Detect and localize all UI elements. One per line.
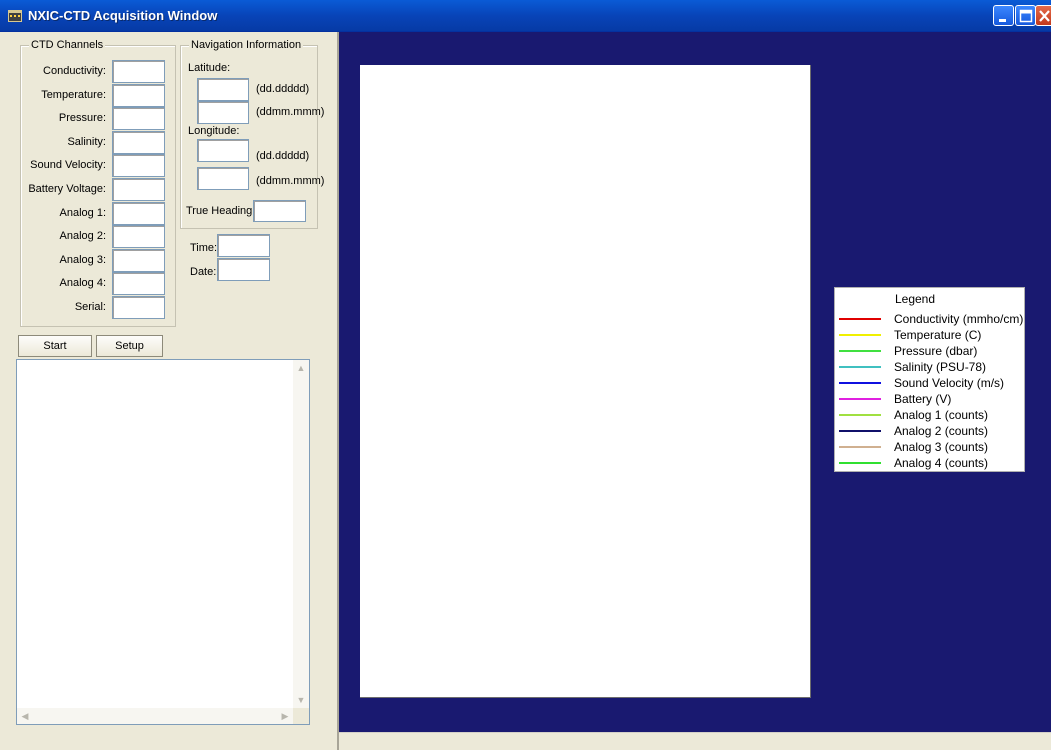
legend-item: Pressure (dbar)	[835, 343, 1026, 359]
ctd-field-label: Temperature:	[41, 88, 106, 101]
legend-item-label: Temperature (C)	[894, 328, 982, 342]
ctd-field-label: Battery Voltage:	[28, 183, 106, 195]
ctd-channels-title: CTD Channels	[29, 39, 106, 51]
maximize-button[interactable]	[1015, 5, 1036, 26]
legend-line-swatch	[839, 446, 881, 448]
legend-item: Salinity (PSU-78)	[835, 359, 1026, 375]
legend-line-swatch	[839, 366, 881, 368]
latitude-dm-unit: (ddmm.mmm)	[256, 106, 325, 118]
window-title: NXIC-CTD Acquisition Window	[28, 8, 218, 23]
legend-item-label: Salinity (PSU-78)	[894, 360, 987, 374]
close-button[interactable]	[1035, 5, 1051, 26]
legend-item-label: Battery (V)	[894, 392, 952, 406]
latitude-decimal-field[interactable]	[197, 78, 249, 101]
time-label: Time:	[190, 242, 218, 254]
ctd-field-label: Analog 1:	[59, 206, 106, 219]
ctd-field-label: Analog 2:	[59, 230, 106, 243]
scroll-left-arrow-icon[interactable]: ◀	[17, 708, 33, 724]
legend-line-swatch	[839, 318, 881, 320]
longitude-decimal-field[interactable]	[197, 139, 249, 162]
legend-line-swatch	[839, 398, 881, 400]
ctd-field-label: Analog 3:	[59, 253, 106, 266]
log-textarea[interactable]	[16, 359, 310, 725]
ctd-field-label: Sound Velocity:	[30, 159, 106, 172]
legend-item-label: Pressure (dbar)	[894, 344, 978, 358]
title-bar[interactable]: NXIC-CTD Acquisition Window	[0, 0, 1051, 32]
plot-area: Legend Conductivity (mmho/cm) Temperature…	[339, 32, 1051, 732]
date-field[interactable]	[217, 258, 270, 281]
true-heading-field[interactable]	[253, 200, 306, 222]
latitude-dm-field[interactable]	[197, 101, 249, 124]
close-icon	[1039, 10, 1050, 22]
legend-line-swatch	[839, 334, 881, 336]
log-horizontal-scrollbar[interactable]: ◀ ▶	[17, 708, 293, 724]
scroll-up-arrow-icon[interactable]: ▲	[293, 360, 309, 376]
minimize-icon	[999, 19, 1006, 22]
ctd-field-input[interactable]	[112, 201, 165, 225]
legend-item: Sound Velocity (m/s)	[835, 375, 1026, 391]
legend-item: Analog 2 (counts)	[835, 423, 1026, 439]
legend-box: Legend Conductivity (mmho/cm) Temperature…	[834, 287, 1025, 472]
scrollbar-corner	[293, 708, 309, 724]
legend-item-label: Analog 2 (counts)	[894, 424, 989, 438]
left-panel: CTD Channels Conductivity: Temperature: Pr…	[0, 32, 337, 750]
legend-line-swatch	[839, 350, 881, 352]
ctd-field-input[interactable]	[112, 248, 165, 272]
latitude-decimal-unit: (dd.ddddd)	[256, 83, 310, 95]
start-button[interactable]: Start	[18, 335, 92, 357]
legend-line-swatch	[839, 382, 881, 384]
navigation-title: Navigation Information	[189, 39, 304, 51]
legend-line-swatch	[839, 430, 881, 432]
ctd-field-input[interactable]	[112, 154, 165, 178]
legend-line-swatch	[839, 462, 881, 464]
ctd-field-input[interactable]	[112, 107, 165, 131]
log-vertical-scrollbar[interactable]: ▲ ▼	[293, 360, 309, 708]
longitude-label: Longitude:	[188, 125, 240, 137]
legend-item: Conductivity (mmho/cm)	[835, 311, 1026, 327]
legend-item: Analog 3 (counts)	[835, 439, 1026, 455]
legend-title: Legend	[894, 292, 936, 306]
legend-line-swatch	[839, 414, 881, 416]
latitude-label: Latitude:	[188, 62, 231, 74]
setup-button[interactable]: Setup	[96, 335, 163, 357]
ctd-field-input[interactable]	[112, 130, 165, 154]
ctd-field-input[interactable]	[112, 83, 165, 107]
ctd-field-label: Salinity:	[67, 135, 106, 148]
ctd-field-label: Pressure:	[58, 112, 106, 125]
app-icon	[8, 10, 22, 22]
ctd-field-input[interactable]	[112, 178, 165, 201]
status-strip	[339, 732, 1051, 750]
legend-item-label: Conductivity (mmho/cm)	[894, 312, 1024, 326]
scroll-down-arrow-icon[interactable]: ▼	[293, 692, 309, 708]
ctd-field-input[interactable]	[112, 225, 165, 249]
legend-item-label: Analog 3 (counts)	[894, 440, 989, 454]
legend-item-label: Analog 4 (counts)	[894, 456, 989, 470]
date-label: Date:	[190, 266, 217, 278]
scroll-right-arrow-icon[interactable]: ▶	[277, 708, 293, 724]
ctd-field-input[interactable]	[112, 296, 165, 319]
true-heading-label: True Heading:	[186, 205, 256, 217]
legend-item: Temperature (C)	[835, 327, 1026, 343]
longitude-dm-field[interactable]	[197, 167, 249, 190]
legend-item: Analog 4 (counts)	[835, 455, 1026, 471]
longitude-dm-unit: (ddmm.mmm)	[256, 175, 325, 187]
minimize-button[interactable]	[993, 5, 1014, 26]
plot-canvas	[360, 65, 811, 698]
maximize-icon	[1019, 9, 1033, 23]
legend-item: Battery (V)	[835, 391, 1026, 407]
ctd-field-input[interactable]	[112, 272, 165, 296]
ctd-field-label: Conductivity:	[43, 65, 106, 77]
time-field[interactable]	[217, 234, 270, 257]
longitude-decimal-unit: (dd.ddddd)	[256, 150, 310, 162]
ctd-field-input[interactable]	[112, 60, 165, 83]
legend-item: Analog 1 (counts)	[835, 407, 1026, 423]
legend-item-label: Analog 1 (counts)	[894, 408, 989, 422]
ctd-field-label: Analog 4:	[59, 277, 106, 290]
legend-item-label: Sound Velocity (m/s)	[894, 376, 1005, 390]
ctd-field-label: Serial:	[74, 301, 106, 313]
